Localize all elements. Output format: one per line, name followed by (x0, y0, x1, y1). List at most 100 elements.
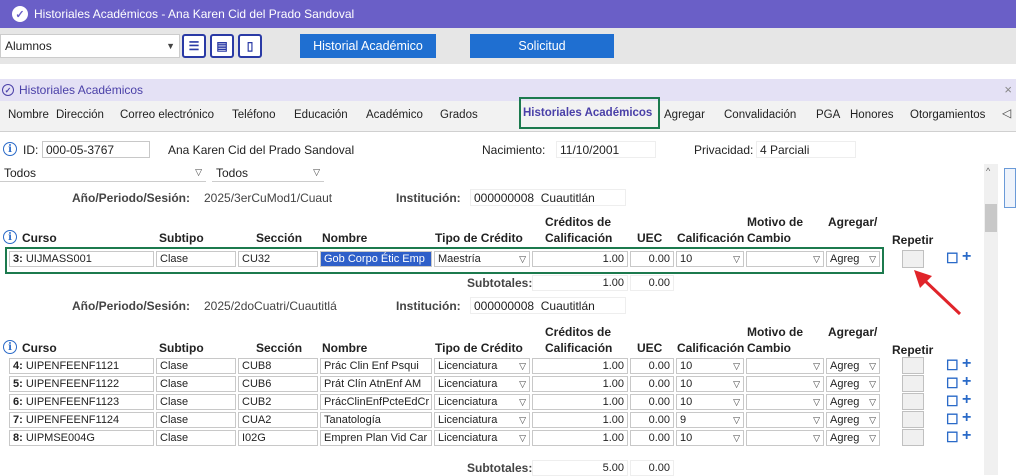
tab-telefono[interactable]: Teléfono (232, 109, 275, 121)
grade-select[interactable]: 10 ▽ (676, 251, 744, 267)
repeat-checkbox[interactable] (902, 393, 924, 410)
course-name-field[interactable]: Gob Corpo Étic Emp (320, 251, 432, 267)
tab-pga[interactable]: PGA (816, 109, 840, 121)
vertical-scrollbar[interactable] (984, 164, 998, 475)
chevron-left-icon[interactable]: ◁ (1002, 106, 1011, 120)
credit-type-select[interactable]: Licenciatura ▽ (434, 358, 530, 374)
scrollbar-thumb[interactable] (985, 204, 997, 232)
credit-type-select[interactable]: Maestría ▽ (434, 251, 530, 267)
add-icon[interactable]: + (962, 355, 971, 373)
historial-button[interactable]: Historial Académico (300, 34, 436, 58)
uec-field[interactable]: 0.00 (630, 376, 674, 392)
change-reason-select[interactable]: ▽ (746, 394, 824, 410)
course-field[interactable]: 7: UIPENFEENF1124 (9, 412, 154, 428)
course-field[interactable]: 4: UIPENFEENF1121 (9, 358, 154, 374)
repeat-checkbox[interactable] (902, 429, 924, 446)
tab-grados[interactable]: Grados (440, 109, 478, 121)
edit-note-icon[interactable]: ☐ (946, 411, 959, 428)
course-name-field[interactable]: Empren Plan Vid Car (320, 430, 432, 446)
tab-honores[interactable]: Honores (850, 109, 893, 121)
edit-note-icon[interactable]: ☐ (946, 375, 959, 392)
add-icon[interactable]: + (962, 248, 971, 266)
credit-type-select[interactable]: Licenciatura ▽ (434, 376, 530, 392)
section-field[interactable]: CUB6 (238, 376, 318, 392)
section-field[interactable]: CUA2 (238, 412, 318, 428)
module-select[interactable]: Alumnos ▼ (0, 34, 180, 58)
add-drop-select[interactable]: Agreg ▽ (826, 430, 880, 446)
repeat-checkbox[interactable] (902, 411, 924, 428)
tab-direccion[interactable]: Dirección (56, 109, 104, 121)
subtype-field[interactable]: Clase (156, 376, 236, 392)
add-icon[interactable]: + (962, 427, 971, 445)
list-icon[interactable]: ☰ (182, 34, 206, 58)
uec-field[interactable]: 0.00 (630, 394, 674, 410)
change-reason-select[interactable]: ▽ (746, 376, 824, 392)
solicitud-button[interactable]: Solicitud (470, 34, 614, 58)
side-panel-toggle[interactable] (1004, 168, 1016, 208)
uec-field[interactable]: 0.00 (630, 358, 674, 374)
repeat-checkbox[interactable] (902, 357, 924, 374)
change-reason-select[interactable]: ▽ (746, 251, 824, 267)
info-icon[interactable]: i (3, 142, 17, 156)
uec-field[interactable]: 0.00 (630, 412, 674, 428)
section-field[interactable]: CUB8 (238, 358, 318, 374)
add-drop-select[interactable]: Agreg ▽ (826, 358, 880, 374)
section-field[interactable]: CUB2 (238, 394, 318, 410)
edit-note-icon[interactable]: ☐ (946, 393, 959, 410)
chevron-up-icon[interactable]: ^ (986, 166, 990, 176)
tab-correo[interactable]: Correo electrónico (120, 109, 214, 121)
add-drop-select[interactable]: Agreg ▽ (826, 394, 880, 410)
database-icon[interactable]: ▤ (210, 34, 234, 58)
add-drop-select[interactable]: Agreg ▽ (826, 376, 880, 392)
subtype-field[interactable]: Clase (156, 358, 236, 374)
add-drop-select[interactable]: Agreg ▽ (826, 251, 880, 267)
info-icon[interactable]: i (3, 340, 17, 354)
change-reason-select[interactable]: ▽ (746, 430, 824, 446)
grade-select[interactable]: 10 ▽ (676, 358, 744, 374)
grade-select[interactable]: 10 ▽ (676, 430, 744, 446)
grade-select[interactable]: 10 ▽ (676, 394, 744, 410)
credits-field[interactable]: 1.00 (532, 376, 628, 392)
credits-field[interactable]: 1.00 (532, 412, 628, 428)
edit-note-icon[interactable]: ☐ (946, 429, 959, 446)
subtype-field[interactable]: Clase (156, 394, 236, 410)
id-field[interactable]: 000-05-3767 (42, 141, 150, 158)
add-drop-select[interactable]: Agreg ▽ (826, 412, 880, 428)
subtype-field[interactable]: Clase (156, 251, 236, 267)
credits-field[interactable]: 1.00 (532, 358, 628, 374)
uec-field[interactable]: 0.00 (630, 251, 674, 267)
course-field[interactable]: 6: UIPENFEENF1123 (9, 394, 154, 410)
credit-type-select[interactable]: Licenciatura ▽ (434, 412, 530, 428)
course-name-field[interactable]: PrácClinEnfPcteEdCr (320, 394, 432, 410)
uec-field[interactable]: 0.00 (630, 430, 674, 446)
tab-convalidacion[interactable]: Convalidación (724, 109, 796, 121)
course-name-field[interactable]: Prác Clin Enf Psqui (320, 358, 432, 374)
edit-note-icon[interactable]: ☐ (946, 250, 959, 267)
add-icon[interactable]: + (962, 391, 971, 409)
credits-field[interactable]: 1.00 (532, 251, 628, 267)
credits-field[interactable]: 1.00 (532, 430, 628, 446)
credit-type-select[interactable]: Licenciatura ▽ (434, 394, 530, 410)
course-field[interactable]: 3: UIJMASS001 (9, 251, 154, 267)
repeat-checkbox[interactable] (902, 250, 924, 268)
tab-nombre[interactable]: Nombre (8, 109, 49, 121)
subtype-field[interactable]: Clase (156, 430, 236, 446)
course-name-field[interactable]: Prát Clín AtnEnf AM (320, 376, 432, 392)
tab-educacion[interactable]: Educación (294, 109, 348, 121)
add-icon[interactable]: + (962, 373, 971, 391)
change-reason-select[interactable]: ▽ (746, 412, 824, 428)
add-icon[interactable]: + (962, 409, 971, 427)
course-field[interactable]: 8: UIPMSE004G (9, 430, 154, 446)
section-field[interactable]: CU32 (238, 251, 318, 267)
close-icon[interactable]: × (1004, 82, 1012, 97)
grade-select[interactable]: 10 ▽ (676, 376, 744, 392)
edit-note-icon[interactable]: ☐ (946, 357, 959, 374)
tab-otorgamientos[interactable]: Otorgamientos (910, 109, 985, 121)
course-name-field[interactable]: Tanatología (320, 412, 432, 428)
filter-select-1[interactable]: Todos ▽ (0, 164, 206, 182)
course-field[interactable]: 5: UIPENFEENF1122 (9, 376, 154, 392)
change-reason-select[interactable]: ▽ (746, 358, 824, 374)
info-icon[interactable]: i (3, 230, 17, 244)
repeat-checkbox[interactable] (902, 375, 924, 392)
filter-select-2[interactable]: Todos ▽ (212, 164, 324, 182)
